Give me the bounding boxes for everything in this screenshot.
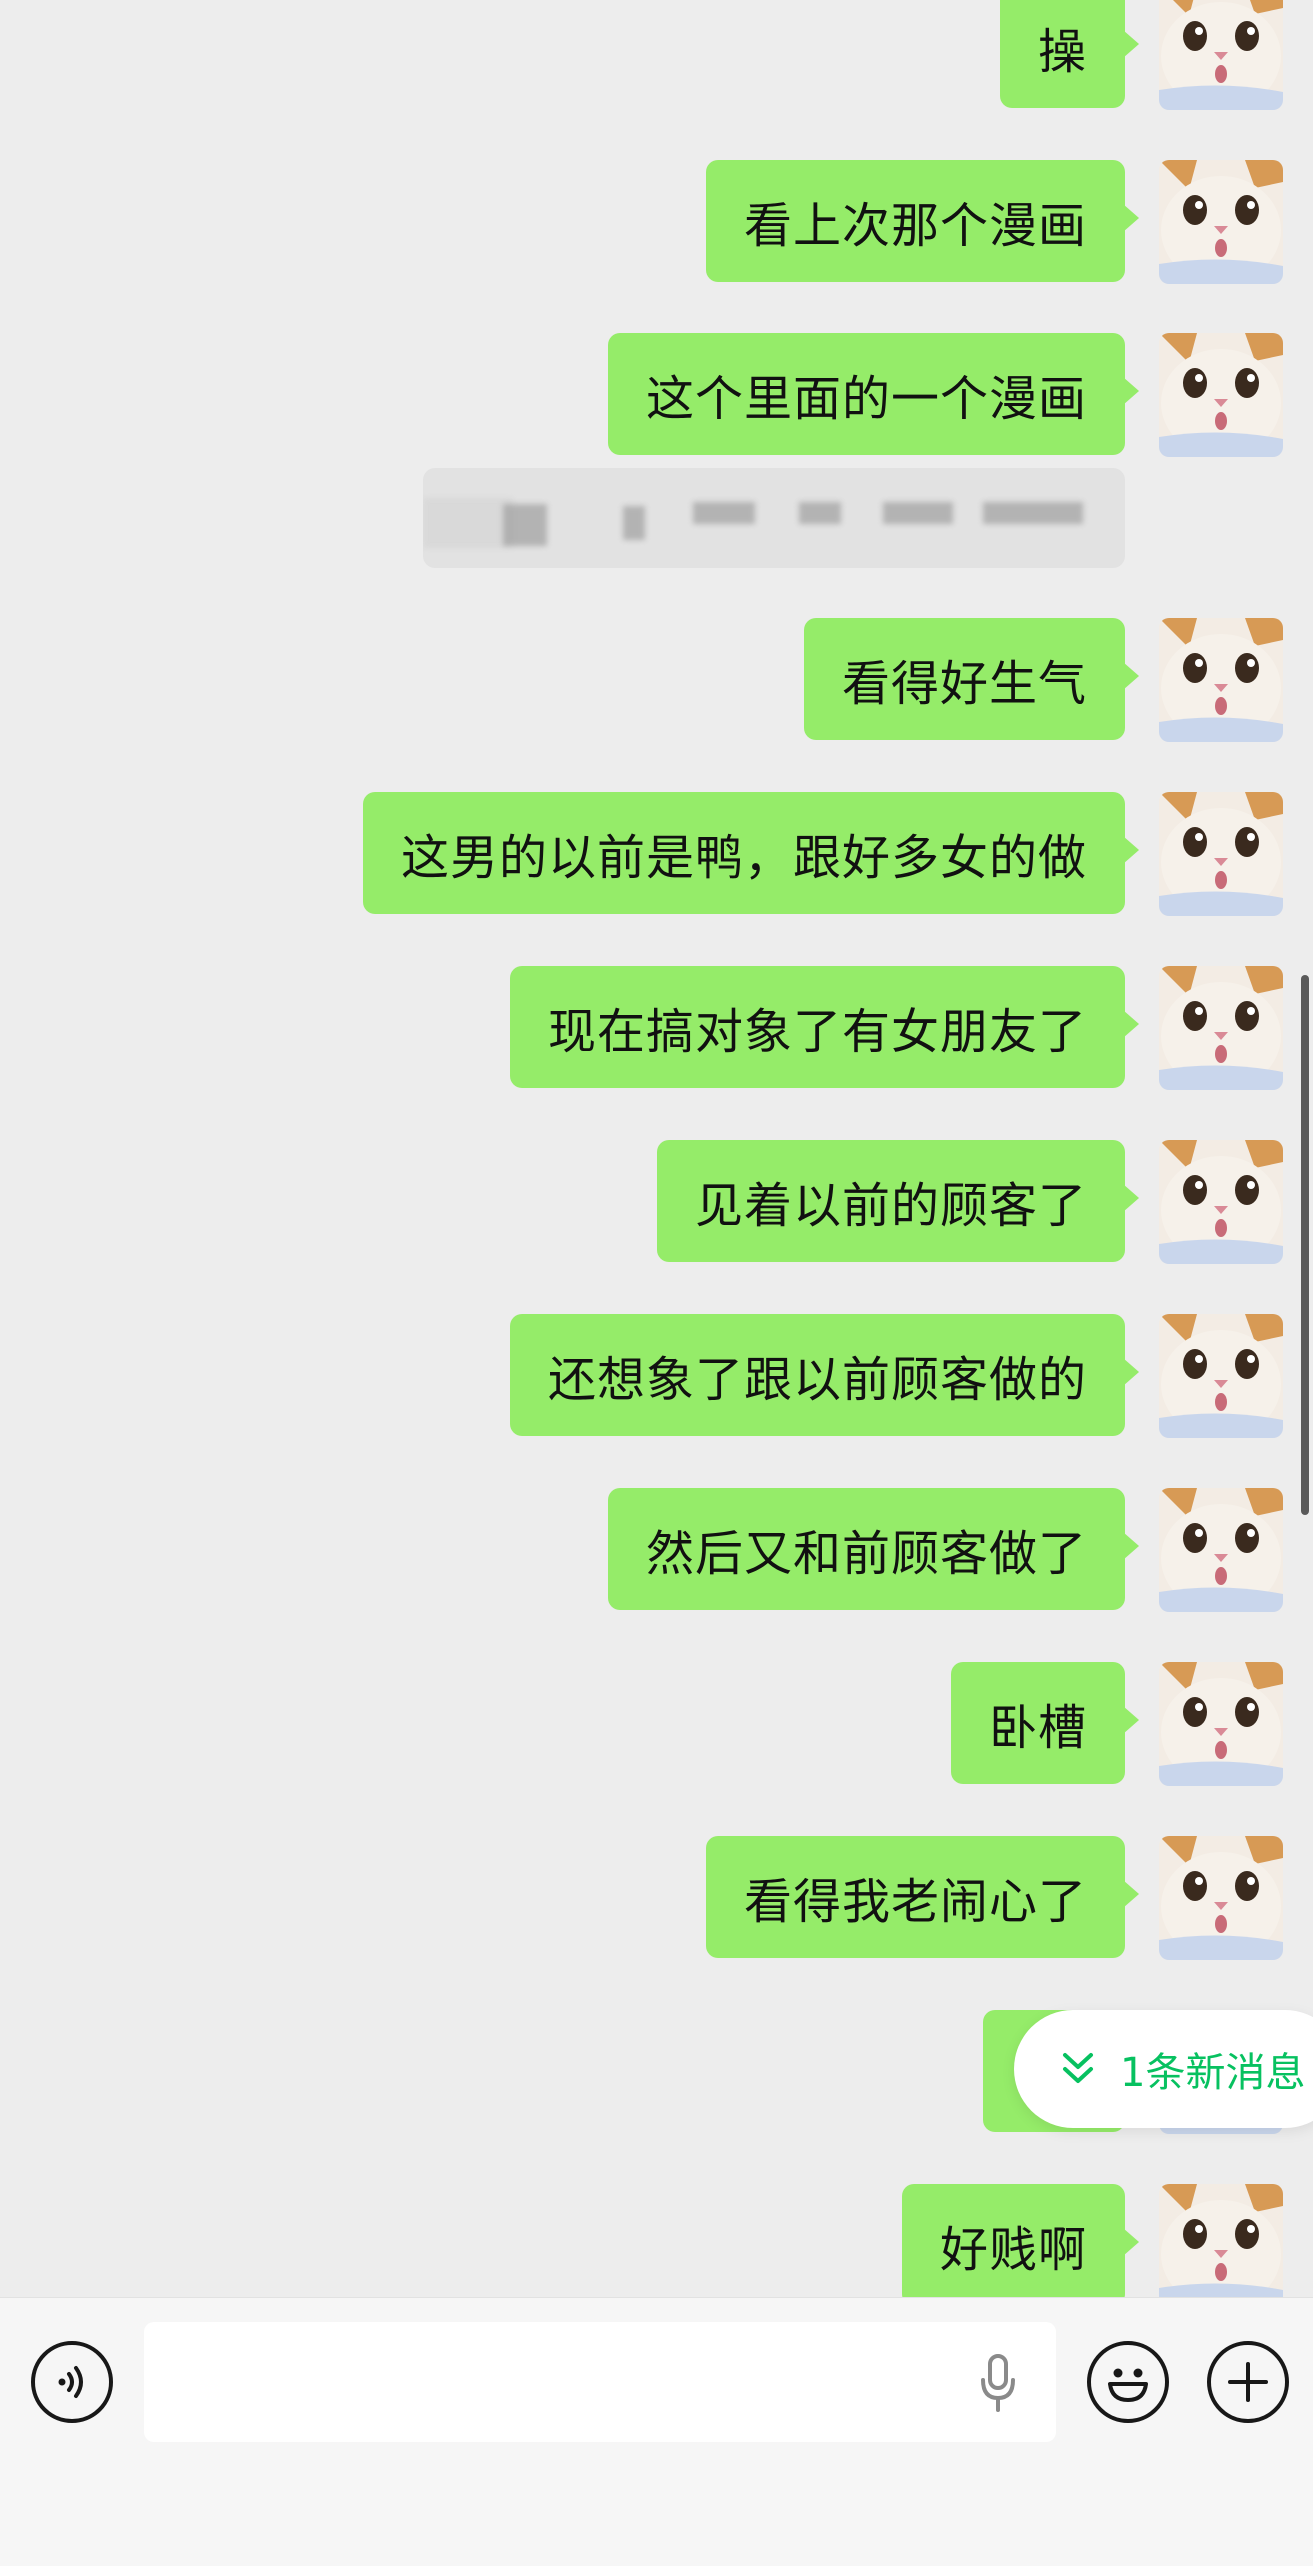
cat-avatar-image: [1159, 618, 1283, 742]
message-row: 卧槽: [0, 1662, 1313, 1786]
message-row: 见着以前的顾客了: [0, 1140, 1313, 1264]
message-input[interactable]: [144, 2322, 1056, 2442]
avatar[interactable]: [1159, 792, 1283, 916]
cat-avatar-image: [1159, 160, 1283, 284]
message-bubble[interactable]: 操: [999, 0, 1140, 108]
double-chevron-down-icon: [1063, 2053, 1093, 2083]
plus-icon: [1228, 2362, 1268, 2402]
emoji-icon: [1108, 2368, 1148, 2402]
cat-avatar-image: [1159, 2184, 1283, 2297]
scrollbar[interactable]: [1301, 975, 1309, 1515]
avatar[interactable]: [1159, 1488, 1283, 1612]
avatar[interactable]: [1159, 1314, 1283, 1438]
message-bubble[interactable]: 这个里面的一个漫画: [607, 333, 1140, 455]
message-row: 这男的以前是鸭，跟好多女的做: [0, 792, 1313, 916]
redacted-link-card[interactable]: [423, 468, 1125, 568]
cat-avatar-image: [1159, 966, 1283, 1090]
input-bar: [0, 2297, 1313, 2566]
cat-avatar-image: [1159, 1488, 1283, 1612]
avatar[interactable]: [1159, 160, 1283, 284]
voice-toggle-icon: [58, 2366, 83, 2398]
cat-avatar-image: [1159, 333, 1283, 457]
message-bubble[interactable]: 看得我老闹心了: [705, 1836, 1140, 1958]
cat-avatar-image: [1159, 792, 1283, 916]
voice-toggle-button[interactable]: [31, 2341, 113, 2423]
message-row: 看得我老闹心了: [0, 1836, 1313, 1960]
avatar[interactable]: [1159, 618, 1283, 742]
message-row: 看得好生气: [0, 618, 1313, 742]
cat-avatar-image: [1159, 0, 1283, 110]
message-row: 操: [0, 0, 1313, 110]
chat-area[interactable]: 操 看上次那个漫画 这个里面的一个漫画 看得好生气 这男的以前是鸭，跟好多女的做…: [0, 0, 1313, 2297]
new-message-label: 1条新消息: [1120, 2050, 1306, 2096]
cat-avatar-image: [1159, 1314, 1283, 1438]
avatar[interactable]: [1159, 1140, 1283, 1264]
message-bubble[interactable]: 好贱啊: [901, 2184, 1140, 2297]
more-button[interactable]: [1207, 2341, 1289, 2423]
emoji-button[interactable]: [1087, 2341, 1169, 2423]
message-row: 现在搞对象了有女朋友了: [0, 966, 1313, 1090]
avatar[interactable]: [1159, 0, 1283, 110]
avatar[interactable]: [1159, 2184, 1283, 2297]
message-bubble[interactable]: 还想象了跟以前顾客做的: [509, 1314, 1140, 1436]
microphone-icon[interactable]: [978, 2354, 1018, 2412]
cat-avatar-image: [1159, 1662, 1283, 1786]
message-bubble[interactable]: 看上次那个漫画: [705, 160, 1140, 282]
message-row: 然后又和前顾客做了: [0, 1488, 1313, 1612]
avatar[interactable]: [1159, 333, 1283, 457]
avatar[interactable]: [1159, 966, 1283, 1090]
avatar[interactable]: [1159, 1836, 1283, 1960]
message-row: 好贱啊: [0, 2184, 1313, 2297]
new-message-pill[interactable]: 1条新消息: [1014, 2010, 1313, 2128]
cat-avatar-image: [1159, 1140, 1283, 1264]
message-row: 这个里面的一个漫画: [0, 333, 1313, 457]
cat-avatar-image: [1159, 1836, 1283, 1960]
message-bubble[interactable]: 看得好生气: [803, 618, 1140, 740]
message-bubble[interactable]: 然后又和前顾客做了: [607, 1488, 1140, 1610]
message-bubble[interactable]: 卧槽: [950, 1662, 1140, 1784]
message-bubble[interactable]: 现在搞对象了有女朋友了: [509, 966, 1140, 1088]
message-row: 还想象了跟以前顾客做的: [0, 1314, 1313, 1438]
message-row: 看上次那个漫画: [0, 160, 1313, 284]
avatar[interactable]: [1159, 1662, 1283, 1786]
message-bubble[interactable]: 见着以前的顾客了: [656, 1140, 1140, 1262]
message-bubble[interactable]: 这男的以前是鸭，跟好多女的做: [362, 792, 1140, 914]
